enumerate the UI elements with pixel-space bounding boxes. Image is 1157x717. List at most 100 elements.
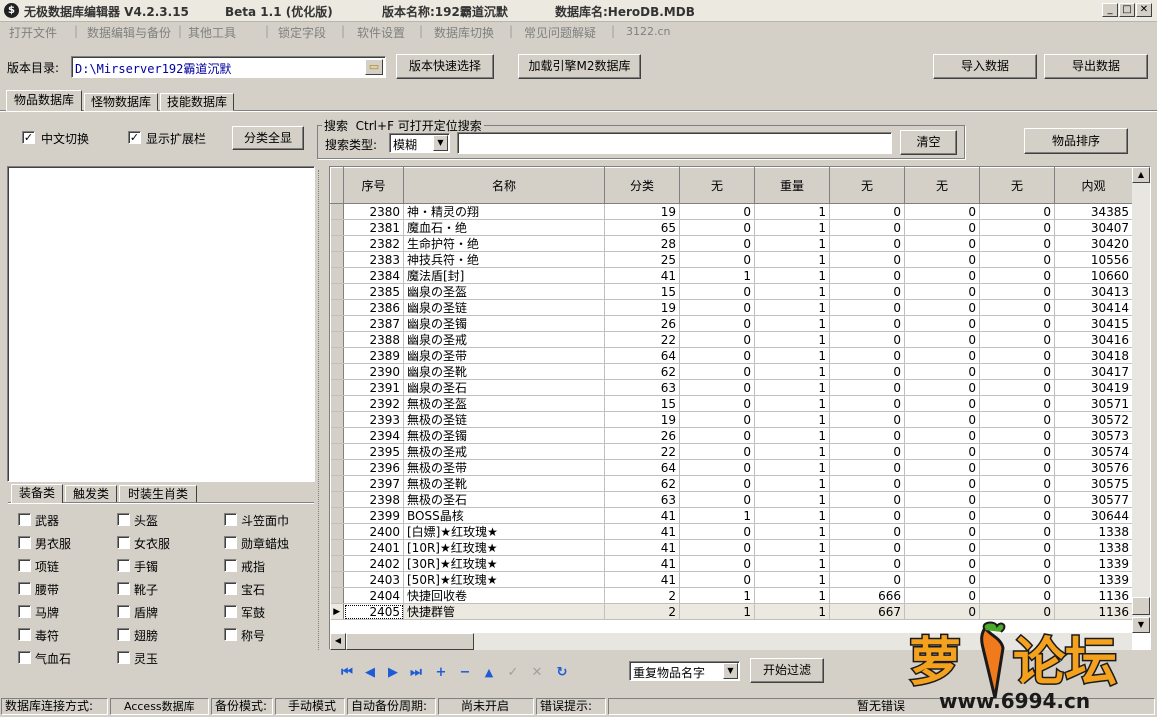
table-cell[interactable]: 無极の圣带 bbox=[403, 459, 605, 476]
table-cell[interactable]: 62 bbox=[604, 363, 680, 380]
table-cell[interactable]: 2395 bbox=[343, 443, 404, 460]
next-record-icon[interactable]: ▶ bbox=[384, 664, 402, 682]
row-indicator[interactable] bbox=[330, 491, 344, 508]
table-cell[interactable]: 0 bbox=[829, 379, 905, 396]
table-cell[interactable]: 0 bbox=[904, 411, 980, 428]
table-cell[interactable]: 41 bbox=[604, 523, 680, 540]
table-cell[interactable]: 30407 bbox=[1054, 219, 1133, 236]
row-indicator[interactable] bbox=[330, 283, 344, 300]
table-cell[interactable]: 63 bbox=[604, 491, 680, 508]
table-row[interactable]: 2380 神・精灵の翔 19 0 1 0 0 0 34385 bbox=[330, 203, 1133, 220]
table-cell[interactable]: 0 bbox=[904, 363, 980, 380]
row-indicator[interactable] bbox=[330, 395, 344, 412]
row-indicator-icon[interactable]: ▶ bbox=[330, 603, 344, 620]
category-checkbox[interactable] bbox=[224, 559, 237, 572]
table-cell[interactable]: 0 bbox=[979, 347, 1055, 364]
table-cell[interactable]: 0 bbox=[679, 219, 755, 236]
category-checkbox[interactable] bbox=[18, 559, 31, 572]
grid-column-header[interactable]: 无 bbox=[904, 167, 980, 204]
table-cell[interactable]: [50R]★红玫瑰★ bbox=[403, 571, 605, 588]
table-cell[interactable]: 19 bbox=[604, 411, 680, 428]
grid-column-header[interactable]: 分类 bbox=[604, 167, 680, 204]
table-cell[interactable]: 0 bbox=[979, 539, 1055, 556]
table-cell[interactable]: 1338 bbox=[1054, 523, 1133, 540]
table-cell[interactable]: 0 bbox=[829, 299, 905, 316]
table-cell[interactable]: 1 bbox=[754, 603, 830, 620]
table-cell[interactable]: 1 bbox=[754, 491, 830, 508]
menu-site[interactable]: 3122.cn bbox=[626, 25, 671, 38]
category-checkbox[interactable] bbox=[224, 536, 237, 549]
close-icon[interactable]: ✕ bbox=[1136, 3, 1152, 17]
table-cell[interactable]: 幽泉の圣靴 bbox=[403, 363, 605, 380]
table-cell[interactable]: 0 bbox=[904, 235, 980, 252]
table-cell[interactable]: 0 bbox=[979, 443, 1055, 460]
table-cell[interactable]: 0 bbox=[829, 459, 905, 476]
table-cell[interactable]: 2399 bbox=[343, 507, 404, 524]
table-cell[interactable]: 30575 bbox=[1054, 475, 1133, 492]
import-button[interactable]: 导入数据 bbox=[933, 54, 1037, 79]
table-cell[interactable]: 2 bbox=[604, 603, 680, 620]
row-indicator[interactable] bbox=[330, 299, 344, 316]
table-cell[interactable]: 1 bbox=[754, 315, 830, 332]
table-cell[interactable]: 26 bbox=[604, 315, 680, 332]
table-cell[interactable]: [白嫖]★红玫瑰★ bbox=[403, 523, 605, 540]
table-cell[interactable]: 0 bbox=[979, 427, 1055, 444]
tab-fashion[interactable]: 时装生肖类 bbox=[119, 485, 197, 503]
table-cell[interactable]: 0 bbox=[679, 491, 755, 508]
table-cell[interactable]: 1 bbox=[754, 379, 830, 396]
table-cell[interactable]: 0 bbox=[904, 203, 980, 220]
table-cell[interactable]: 無极の圣链 bbox=[403, 411, 605, 428]
category-checkbox[interactable] bbox=[224, 605, 237, 618]
table-cell[interactable]: 2405 bbox=[343, 603, 404, 620]
table-cell[interactable]: 2402 bbox=[343, 555, 404, 572]
minimize-icon[interactable]: _ bbox=[1102, 3, 1118, 17]
table-cell[interactable]: 0 bbox=[679, 427, 755, 444]
table-cell[interactable]: 0 bbox=[679, 283, 755, 300]
table-row[interactable]: 2399 BOSS晶核 41 1 1 0 0 0 30644 bbox=[330, 507, 1133, 524]
table-cell[interactable]: 0 bbox=[904, 331, 980, 348]
table-row[interactable]: 2383 神技兵符・绝 25 0 1 0 0 0 10556 bbox=[330, 251, 1133, 268]
table-cell[interactable]: 666 bbox=[829, 587, 905, 604]
row-indicator[interactable] bbox=[330, 555, 344, 572]
table-cell[interactable]: 41 bbox=[604, 571, 680, 588]
category-checkbox[interactable] bbox=[117, 605, 130, 618]
table-cell[interactable]: 30573 bbox=[1054, 427, 1133, 444]
table-cell[interactable]: 1136 bbox=[1054, 587, 1133, 604]
show-ext-checkbox[interactable]: ✓ bbox=[128, 131, 141, 144]
table-cell[interactable]: 1339 bbox=[1054, 555, 1133, 572]
table-cell[interactable]: 2380 bbox=[343, 203, 404, 220]
table-cell[interactable]: 0 bbox=[829, 411, 905, 428]
table-cell[interactable]: 0 bbox=[829, 347, 905, 364]
table-cell[interactable]: 2381 bbox=[343, 219, 404, 236]
table-cell[interactable]: 無极の圣戒 bbox=[403, 443, 605, 460]
table-cell[interactable]: 0 bbox=[904, 395, 980, 412]
table-cell[interactable]: 0 bbox=[979, 379, 1055, 396]
chinese-switch-checkbox[interactable]: ✓ bbox=[22, 131, 35, 144]
table-cell[interactable]: 0 bbox=[679, 235, 755, 252]
maximize-icon[interactable]: □ bbox=[1119, 3, 1135, 17]
table-cell[interactable]: 22 bbox=[604, 331, 680, 348]
table-cell[interactable]: 2403 bbox=[343, 571, 404, 588]
table-cell[interactable]: 0 bbox=[679, 523, 755, 540]
chevron-down-icon[interactable]: ▼ bbox=[433, 135, 448, 151]
table-cell[interactable]: 0 bbox=[904, 347, 980, 364]
table-cell[interactable]: 0 bbox=[679, 539, 755, 556]
table-row[interactable]: 2395 無极の圣戒 22 0 1 0 0 0 30574 bbox=[330, 443, 1133, 460]
table-cell[interactable]: 1 bbox=[754, 443, 830, 460]
table-cell[interactable]: 0 bbox=[904, 555, 980, 572]
table-cell[interactable]: 65 bbox=[604, 219, 680, 236]
table-cell[interactable]: 0 bbox=[979, 299, 1055, 316]
table-cell[interactable]: 0 bbox=[679, 555, 755, 572]
table-cell[interactable]: 1 bbox=[754, 283, 830, 300]
table-cell[interactable]: 1 bbox=[754, 523, 830, 540]
table-cell[interactable]: 0 bbox=[904, 251, 980, 268]
row-indicator[interactable] bbox=[330, 315, 344, 332]
table-row[interactable]: 2388 幽泉の圣戒 22 0 1 0 0 0 30416 bbox=[330, 331, 1133, 348]
table-cell[interactable]: 19 bbox=[604, 299, 680, 316]
table-cell[interactable]: 15 bbox=[604, 395, 680, 412]
table-cell[interactable]: 30419 bbox=[1054, 379, 1133, 396]
table-cell[interactable]: 0 bbox=[904, 571, 980, 588]
table-cell[interactable]: 2398 bbox=[343, 491, 404, 508]
table-row[interactable]: 2394 無极の圣镯 26 0 1 0 0 0 30573 bbox=[330, 427, 1133, 444]
table-cell[interactable]: 神技兵符・绝 bbox=[403, 251, 605, 268]
